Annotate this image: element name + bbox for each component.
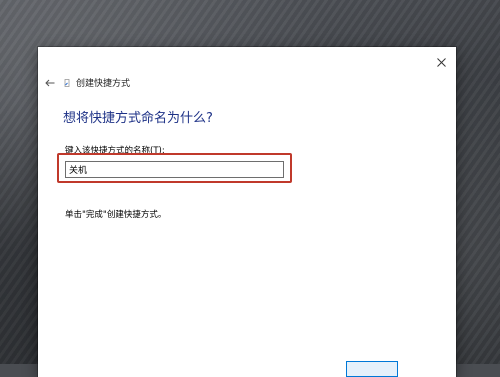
finish-hint: 单击"完成"创建快捷方式。 (65, 210, 167, 220)
finish-button[interactable] (346, 361, 398, 377)
shortcut-icon (63, 78, 71, 88)
close-button[interactable] (432, 53, 450, 71)
close-icon (436, 57, 446, 67)
dialog-title: 创建快捷方式 (76, 79, 131, 89)
page-heading: 想将快捷方式命名为什么? (63, 111, 213, 126)
create-shortcut-dialog: 创建快捷方式 想将快捷方式命名为什么? 键入该快捷方式的名称(T): 单击"完成… (38, 47, 456, 377)
back-button[interactable] (42, 75, 58, 91)
shortcut-name-input[interactable] (65, 161, 284, 178)
back-arrow-icon (45, 79, 55, 87)
